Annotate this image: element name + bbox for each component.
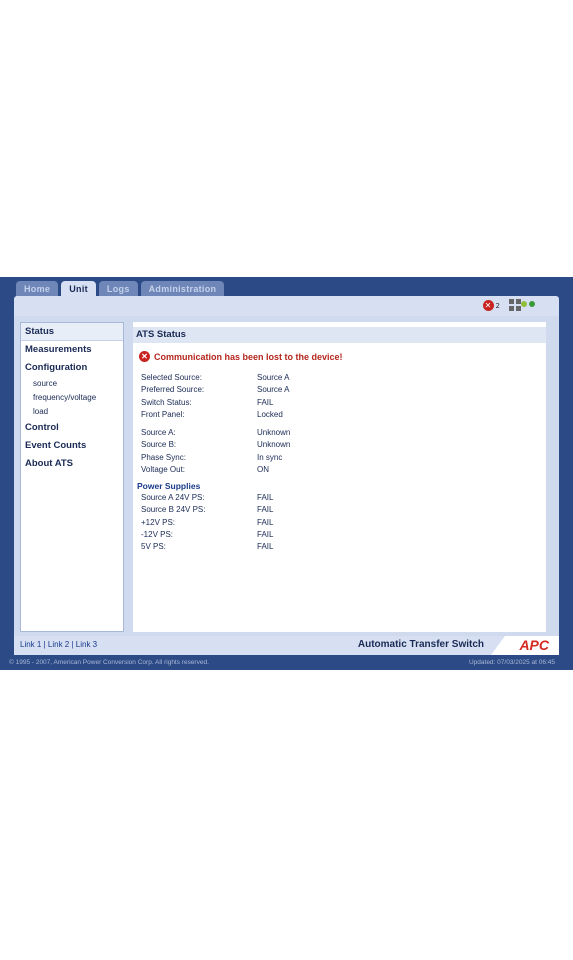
footer-link-2[interactable]: Link 2 <box>48 640 69 649</box>
sidebar-item-event-counts[interactable]: Event Counts <box>21 437 123 455</box>
footer-link-3[interactable]: Link 3 <box>76 640 97 649</box>
sidebar-item-configuration[interactable]: Configuration <box>21 359 123 377</box>
status-label: Voltage Out: <box>141 464 186 474</box>
status-label: -12V PS: <box>141 529 174 539</box>
status-row: Source A: Unknown <box>141 427 441 439</box>
status-group-general: Selected Source: Source A Preferred Source… <box>141 372 441 421</box>
error-message: ✕ Communication has been lost to the dev… <box>139 351 343 362</box>
error-text: Communication has been lost to the devic… <box>154 351 343 362</box>
tab-logs[interactable]: Logs <box>98 281 138 297</box>
status-value: Unknown <box>257 428 291 437</box>
sidebar-item-control[interactable]: Control <box>21 419 123 437</box>
status-led-icon <box>529 301 535 307</box>
status-label: Source B: <box>141 440 177 450</box>
status-label: Switch Status: <box>141 397 192 407</box>
status-row: Phase Sync: In sync <box>141 452 441 464</box>
status-row: Front Panel: Locked <box>141 409 441 421</box>
updated-timestamp: Updated: 07/03/2025 at 06:45 <box>468 659 555 666</box>
sidebar-item-status[interactable]: Status <box>21 323 123 341</box>
footer-links: Link 1 | Link 2 | Link 3 <box>20 640 98 649</box>
tab-home[interactable]: Home <box>16 281 59 297</box>
status-label: Source B 24V PS: <box>141 505 206 515</box>
status-row: Preferred Source: Source A <box>141 384 441 396</box>
status-label: Source A 24V PS: <box>141 493 205 502</box>
copyright: © 1995 - 2007, American Power Conversion… <box>9 659 209 666</box>
sidebar-item-frequency-voltage[interactable]: frequency/voltage <box>21 391 123 405</box>
status-label: Phase Sync: <box>141 452 186 462</box>
status-row: 5V PS: FAIL <box>141 541 441 553</box>
sidebar-item-about-ats[interactable]: About ATS <box>21 455 123 473</box>
error-x-icon: ✕ <box>139 351 150 362</box>
content-area: ATS Status ✕ Communication has been lost… <box>133 322 546 632</box>
tab-administration[interactable]: Administration <box>140 281 225 297</box>
status-row: Switch Status: FAIL <box>141 397 441 409</box>
status-label: Preferred Source: <box>141 385 205 395</box>
page-title: ATS Status <box>133 327 546 343</box>
status-row: Source A 24V PS: FAIL <box>141 492 441 504</box>
status-label: Front Panel: <box>141 409 185 419</box>
product-name: Automatic Transfer Switch <box>357 639 484 650</box>
alarm-indicator[interactable]: ✕ 2 <box>482 300 500 311</box>
status-label: Selected Source: <box>141 373 202 382</box>
status-value: FAIL <box>257 505 274 515</box>
status-value: Source A <box>257 385 290 395</box>
status-label: +12V PS: <box>141 517 176 527</box>
status-group-power-supplies: Source A 24V PS: FAIL Source B 24V PS: FAIL… <box>141 492 441 553</box>
status-row: +12V PS: FAIL <box>141 517 441 529</box>
footer-bar: Link 1 | Link 2 | Link 3 Automatic Trans… <box>14 636 559 655</box>
status-label: Source A: <box>141 428 176 437</box>
status-row: Selected Source: Source A <box>141 372 441 384</box>
status-value: FAIL <box>257 542 274 552</box>
toolbar: ✕ 2 <box>14 296 559 316</box>
alarm-x-icon: ✕ <box>482 300 494 311</box>
status-label: 5V PS: <box>141 542 166 552</box>
main-tabs: Home Unit Logs Administration <box>16 281 225 297</box>
status-row: Source B: Unknown <box>141 439 441 451</box>
devices-grid-icon[interactable] <box>509 299 521 311</box>
status-value: FAIL <box>257 517 274 527</box>
sidebar-item-measurements[interactable]: Measurements <box>21 341 123 359</box>
alarm-count: 2 <box>495 301 500 310</box>
status-row: Voltage Out: ON <box>141 464 441 476</box>
tab-unit[interactable]: Unit <box>61 281 96 297</box>
status-value: ON <box>257 464 269 474</box>
status-value: FAIL <box>257 397 274 407</box>
status-value: FAIL <box>257 493 274 502</box>
sidebar-item-source[interactable]: source <box>21 377 123 391</box>
status-row: Source B 24V PS: FAIL <box>141 504 441 516</box>
power-supplies-heading: Power Supplies <box>137 481 201 491</box>
status-leds <box>521 301 535 307</box>
status-group-sources: Source A: Unknown Source B: Unknown Phase Sy… <box>141 427 441 476</box>
status-value: Locked <box>257 409 283 419</box>
sidebar-item-load[interactable]: load <box>21 405 123 419</box>
status-value: Source A <box>257 373 290 382</box>
status-value: Unknown <box>257 440 291 450</box>
sidebar: Status Measurements Configuration source fre… <box>20 322 124 632</box>
status-row: -12V PS: FAIL <box>141 529 441 541</box>
apc-logo: APC <box>491 636 559 655</box>
status-led-icon <box>521 301 527 307</box>
footer-link-1[interactable]: Link 1 <box>20 640 41 649</box>
status-value: FAIL <box>257 529 274 539</box>
status-value: In sync <box>257 452 283 462</box>
